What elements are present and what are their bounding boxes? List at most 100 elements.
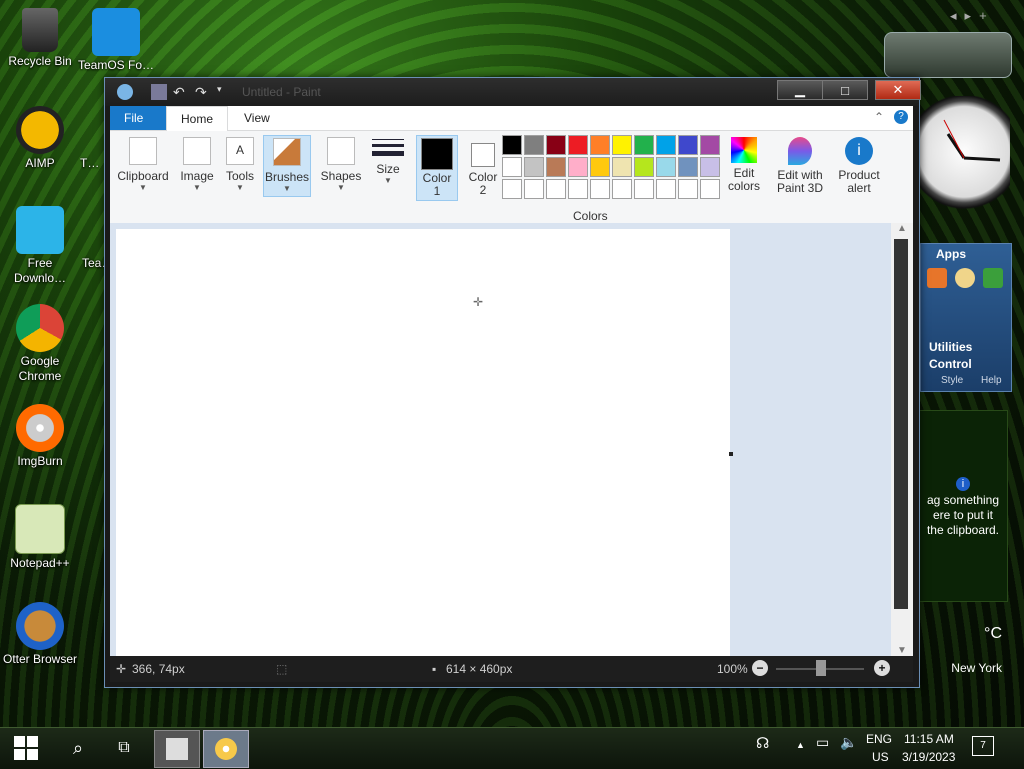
redo-icon[interactable]: ↷ xyxy=(195,84,211,100)
save-icon[interactable] xyxy=(151,84,167,100)
brushes-button[interactable]: Brushes ▼ xyxy=(263,135,311,197)
clipboard-group[interactable]: Clipboard ▼ xyxy=(116,135,170,192)
drawing-canvas[interactable]: ✛ xyxy=(116,229,730,656)
palette-swatch[interactable] xyxy=(502,135,522,155)
desktop-icon-partial-tea[interactable]: Tea… xyxy=(82,256,106,271)
start-button[interactable] xyxy=(6,730,46,766)
vertical-scrollbar[interactable]: ▲ ▼ xyxy=(891,223,913,656)
zoom-slider-thumb[interactable] xyxy=(816,660,826,676)
palette-swatch[interactable] xyxy=(590,157,610,177)
product-alert-button[interactable]: i Product alert xyxy=(836,135,882,195)
scroll-up-icon[interactable]: ▲ xyxy=(891,223,913,234)
custom-color-slot[interactable] xyxy=(568,179,588,199)
tab-home[interactable]: Home xyxy=(166,106,229,131)
title-bar[interactable]: ↶ ↷ ▾ Untitled - Paint ▁ □ ✕ xyxy=(105,78,921,106)
desktop-icon-partial-t[interactable]: T… xyxy=(80,156,104,171)
paint-palette-icon[interactable] xyxy=(955,268,975,288)
custom-color-slot[interactable] xyxy=(700,179,720,199)
palette-swatch[interactable] xyxy=(524,157,544,177)
media-player-icon[interactable] xyxy=(927,268,947,288)
palette-swatch[interactable] xyxy=(700,157,720,177)
chevron-down-icon: ▼ xyxy=(236,183,244,192)
canvas-resize-handle[interactable] xyxy=(729,452,733,456)
prev-arrow-icon[interactable]: ◂ xyxy=(950,8,965,23)
help-icon[interactable]: ? xyxy=(894,110,908,124)
custom-color-slot[interactable] xyxy=(546,179,566,199)
input-region[interactable]: US xyxy=(872,750,889,764)
palette-swatch[interactable] xyxy=(634,135,654,155)
action-center-icon[interactable]: 7 xyxy=(972,736,994,756)
tab-view[interactable]: View xyxy=(230,106,284,130)
custom-color-slot[interactable] xyxy=(678,179,698,199)
palette-swatch[interactable] xyxy=(678,135,698,155)
palette-swatch[interactable] xyxy=(568,135,588,155)
palette-swatch[interactable] xyxy=(700,135,720,155)
add-gadget-icon[interactable]: + xyxy=(979,8,995,23)
tools-group[interactable]: A Tools ▼ xyxy=(220,135,260,192)
size-button[interactable]: Size ▼ xyxy=(368,135,408,185)
palette-swatch[interactable] xyxy=(546,135,566,155)
info-icon: i xyxy=(956,477,970,491)
task-view-button[interactable]: ⧉ xyxy=(104,730,144,766)
scroll-thumb[interactable] xyxy=(894,239,908,609)
palette-swatch[interactable] xyxy=(546,157,566,177)
search-button[interactable]: ⌕ xyxy=(58,730,98,766)
custom-color-slot[interactable] xyxy=(656,179,676,199)
desktop-icon-free-download-manager[interactable]: Free Downlo… xyxy=(0,206,80,286)
collapse-ribbon-icon[interactable]: ⌃ xyxy=(874,110,884,124)
desktop-icon-otter-browser[interactable]: Otter Browser xyxy=(0,602,80,667)
palette-swatch[interactable] xyxy=(502,157,522,177)
apps-utilities[interactable]: Utilities xyxy=(929,340,972,354)
undo-icon[interactable]: ↶ xyxy=(173,84,189,100)
color1-button[interactable]: Color 1 xyxy=(416,135,458,201)
close-button[interactable]: ✕ xyxy=(875,80,921,100)
volume-muted-icon[interactable]: 🔈 xyxy=(840,734,857,751)
desktop-icon-recycle-bin[interactable]: Recycle Bin xyxy=(0,8,80,69)
apps-style[interactable]: Style xyxy=(941,375,963,386)
palette-swatch[interactable] xyxy=(524,135,544,155)
palette-swatch[interactable] xyxy=(612,157,632,177)
palette-swatch[interactable] xyxy=(634,157,654,177)
custom-color-slot[interactable] xyxy=(502,179,522,199)
palette-swatch[interactable] xyxy=(612,135,632,155)
edit-colors-button[interactable]: Edit colors xyxy=(724,135,764,193)
palette-swatch[interactable] xyxy=(568,157,588,177)
desktop-icon-teamos[interactable]: TeamOS Fo… xyxy=(76,8,156,73)
network-icon[interactable]: ▭ xyxy=(816,734,829,751)
color2-button[interactable]: Color 2 xyxy=(463,135,503,197)
palette-swatch[interactable] xyxy=(678,157,698,177)
paint-app-icon[interactable] xyxy=(117,84,133,100)
tab-file[interactable]: File xyxy=(110,106,167,130)
trophy-icon[interactable] xyxy=(983,268,1003,288)
custom-color-slot[interactable] xyxy=(590,179,610,199)
desktop-icon-aimp[interactable]: AIMP xyxy=(0,106,80,171)
taskbar-app-paint[interactable] xyxy=(203,730,249,768)
people-icon[interactable]: ☊ xyxy=(756,734,769,752)
apps-control[interactable]: Control xyxy=(929,357,972,371)
edit-with-paint3d-button[interactable]: Edit with Paint 3D xyxy=(774,135,826,195)
minimize-button[interactable]: ▁ xyxy=(777,80,823,100)
custom-color-slot[interactable] xyxy=(612,179,632,199)
palette-swatch[interactable] xyxy=(656,157,676,177)
zoom-out-button[interactable]: − xyxy=(752,660,768,676)
clock-date[interactable]: 3/19/2023 xyxy=(902,750,955,764)
custom-color-slot[interactable] xyxy=(524,179,544,199)
desktop-icon-google-chrome[interactable]: Google Chrome xyxy=(0,304,80,384)
shapes-group[interactable]: Shapes ▼ xyxy=(320,135,362,192)
clock-time[interactable]: 11:15 AM xyxy=(904,732,954,746)
palette-swatch[interactable] xyxy=(590,135,610,155)
next-arrow-icon[interactable]: ▸ xyxy=(965,8,980,23)
desktop-icon-notepadpp[interactable]: Notepad++ xyxy=(0,504,80,571)
maximize-button[interactable]: □ xyxy=(822,80,868,100)
desktop-icon-imgburn[interactable]: ImgBurn xyxy=(0,404,80,469)
image-group[interactable]: Image ▼ xyxy=(176,135,218,192)
zoom-in-button[interactable]: + xyxy=(874,660,890,676)
customize-qat-icon[interactable]: ▾ xyxy=(217,84,233,100)
custom-color-slot[interactable] xyxy=(634,179,654,199)
taskbar-app-blank[interactable] xyxy=(154,730,200,768)
apps-help[interactable]: Help xyxy=(981,375,1002,386)
scroll-down-icon[interactable]: ▼ xyxy=(891,645,913,656)
palette-swatch[interactable] xyxy=(656,135,676,155)
show-hidden-icons-icon[interactable]: ▲ xyxy=(796,740,805,750)
input-language[interactable]: ENG xyxy=(866,732,892,746)
